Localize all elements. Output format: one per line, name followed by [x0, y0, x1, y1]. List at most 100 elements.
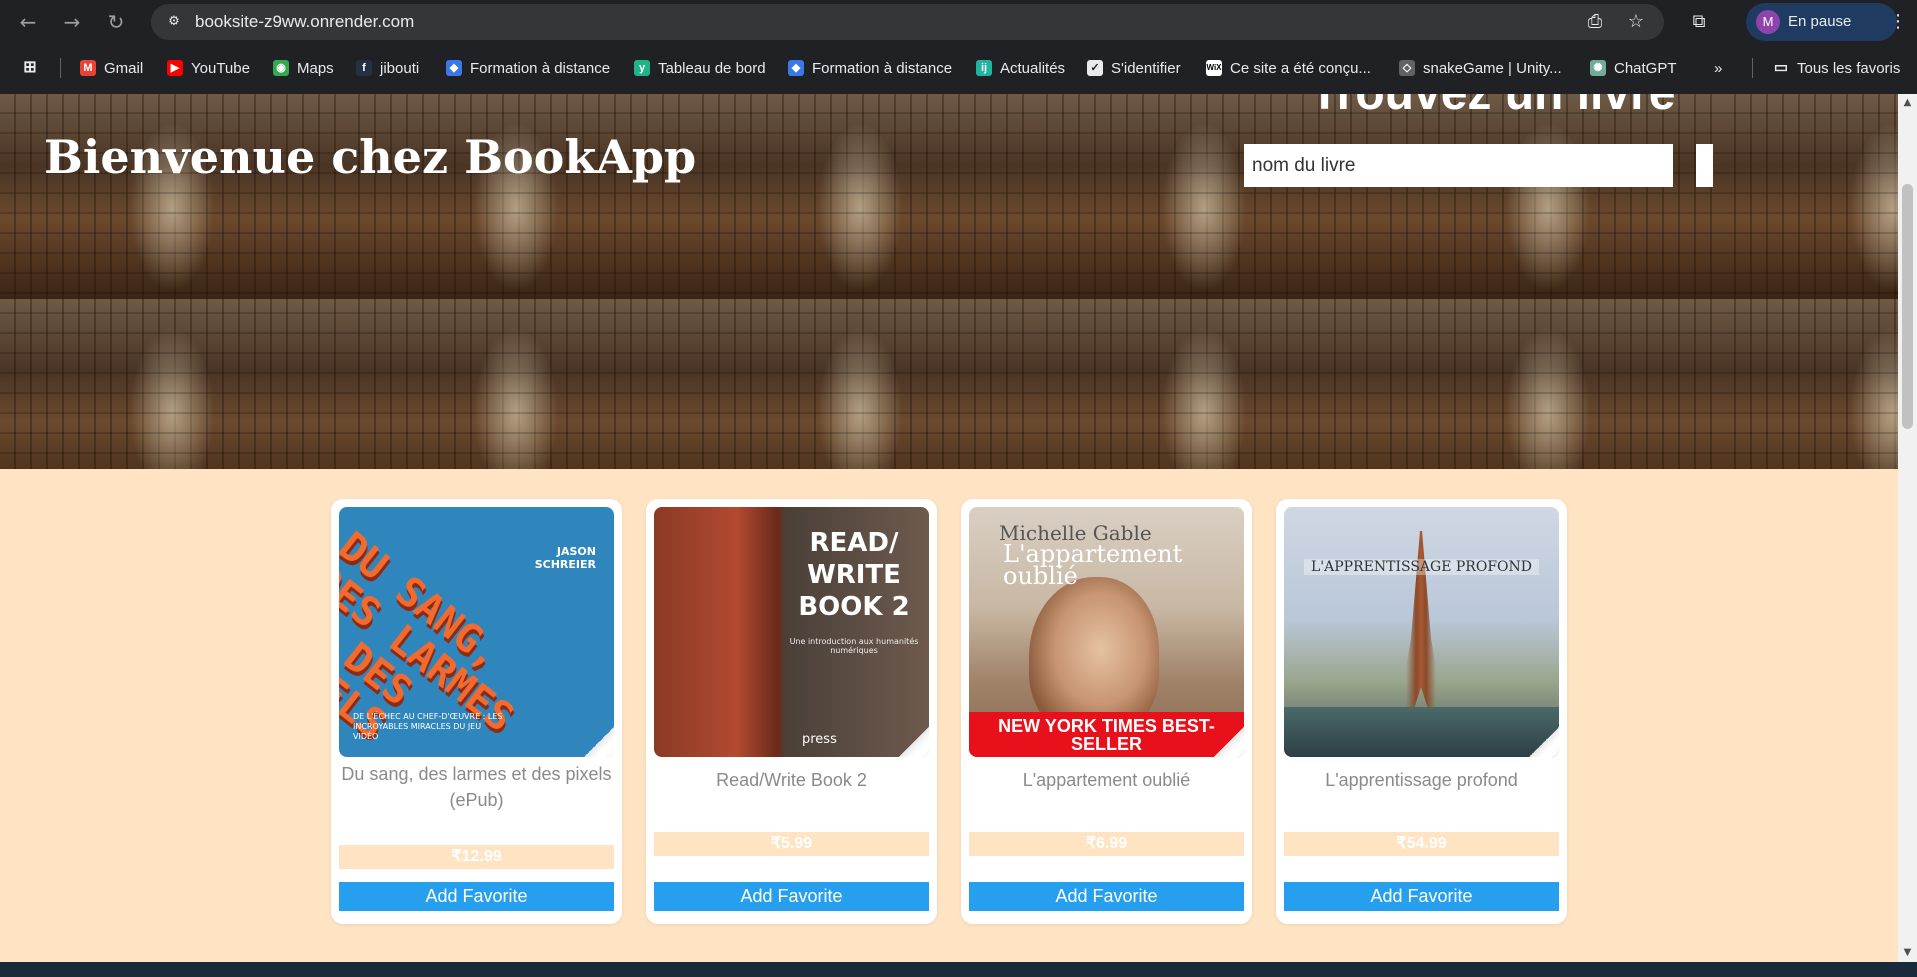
- book-cover[interactable]: READ/ WRITE BOOK 2 Une introduction aux …: [654, 507, 929, 757]
- page-viewport: Bienvenue chez BookApp Trouvez un livre …: [0, 94, 1898, 962]
- add-favorite-button[interactable]: Add Favorite: [654, 882, 929, 911]
- actualites-icon: ij: [976, 60, 992, 76]
- reload-icon[interactable]: ↻: [102, 8, 130, 36]
- book-price: ₹12.99: [339, 845, 614, 869]
- more-bookmarks-icon[interactable]: »: [1714, 56, 1722, 80]
- page-curl: [899, 727, 929, 757]
- book-title: Du sang, des larmes et des pixels (ePub): [341, 764, 612, 810]
- book-card: L'APPRENTISSAGE PROFOND L'apprentissage …: [1276, 499, 1567, 924]
- river: [1284, 707, 1559, 757]
- bookmark-wix[interactable]: WiX Ce site a été conçu...: [1206, 56, 1371, 80]
- bookmark-label: Gmail: [104, 59, 144, 77]
- search-title: Trouvez un livre: [1310, 94, 1675, 121]
- all-bookmarks-label: Tous les favoris: [1797, 59, 1901, 77]
- bookmark-label: Formation à distance: [470, 59, 611, 77]
- page-title: Bienvenue chez BookApp: [44, 130, 697, 184]
- book-price: ₹54.99: [1284, 832, 1559, 856]
- search-button[interactable]: [1696, 144, 1713, 187]
- add-favorite-button[interactable]: Add Favorite: [969, 882, 1244, 911]
- all-bookmarks[interactable]: ▭ Tous les favoris: [1773, 56, 1900, 80]
- bookmark-label: Formation à distance: [812, 59, 953, 77]
- scroll-down-icon[interactable]: ▼: [1901, 946, 1914, 959]
- book-price: ₹5.99: [654, 832, 929, 856]
- cover-subtitle: DE L'ÉCHEC AU CHEF-D'ŒUVRE : LES INCROYA…: [353, 712, 503, 741]
- avatar: M: [1756, 10, 1780, 34]
- bookmark-formation-2[interactable]: ◆ Formation à distance: [788, 56, 952, 80]
- cover-title: READ/ WRITE BOOK 2: [798, 528, 910, 622]
- back-icon[interactable]: ←: [14, 8, 42, 36]
- bookmark-gmail[interactable]: M Gmail: [80, 56, 143, 80]
- scroll-thumb[interactable]: [1902, 184, 1913, 429]
- scroll-up-icon[interactable]: ▲: [1901, 96, 1914, 109]
- page-scrollbar[interactable]: ▲ ▼: [1898, 94, 1917, 962]
- bookmark-label: snakeGame | Unity...: [1423, 59, 1562, 77]
- profile-button[interactable]: M En pause: [1746, 3, 1897, 41]
- cover-author: JASON SCHREIER: [534, 545, 596, 571]
- bookmark-label: jibouti: [380, 59, 420, 77]
- bookmark-chatgpt[interactable]: ✺ ChatGPT: [1590, 56, 1677, 80]
- apps-grid-icon[interactable]: ⊞: [22, 56, 38, 80]
- book-card: READ/ WRITE BOOK 2 Une introduction aux …: [646, 499, 937, 924]
- bookmark-maps[interactable]: ◉ Maps: [273, 56, 334, 80]
- formation-icon: ◆: [446, 60, 462, 76]
- book-cover[interactable]: L'APPRENTISSAGE PROFOND: [1284, 507, 1559, 757]
- browser-toolbar: ← → ↻ ⚙ booksite-z9ww.onrender.com ⎙ ☆ ⧉…: [0, 0, 1917, 44]
- page-curl: [1214, 727, 1244, 757]
- bookmarks-bar: ⊞ M Gmail ▶ YouTube ◉ Maps f jibouti ◆ Format…: [0, 44, 1917, 94]
- bookmark-label: Maps: [297, 59, 334, 77]
- tableau-icon: y: [634, 60, 650, 76]
- divider: [1752, 58, 1753, 78]
- cover-title: L'APPRENTISSAGE PROFOND: [1304, 559, 1539, 575]
- book-cover[interactable]: DU SANG, DES LARMES ET DES PIXELS JASON …: [339, 507, 614, 757]
- book-cover[interactable]: Michelle Gable L'appartement oublié NEW …: [969, 507, 1244, 757]
- profile-status: En pause: [1788, 13, 1852, 30]
- site-info-icon[interactable]: ⚙: [165, 13, 183, 31]
- book-grid: DU SANG, DES LARMES ET DES PIXELS JASON …: [331, 499, 1567, 924]
- bookmark-label: ChatGPT: [1614, 59, 1677, 77]
- page-curl: [584, 727, 614, 757]
- url-text[interactable]: booksite-z9ww.onrender.com: [195, 12, 414, 32]
- cover-subtitle: Une introduction aux humanités numérique…: [789, 637, 919, 655]
- bookmark-label: S'identifier: [1111, 59, 1181, 77]
- bookmark-youtube[interactable]: ▶ YouTube: [167, 56, 250, 80]
- book-card: Michelle Gable L'appartement oublié NEW …: [961, 499, 1252, 924]
- book-price: ₹6.99: [969, 832, 1244, 856]
- search-input[interactable]: [1244, 144, 1673, 187]
- jibouti-icon: f: [356, 60, 372, 76]
- formation-icon: ◆: [788, 60, 804, 76]
- folder-icon: ▭: [1773, 59, 1789, 76]
- os-taskbar: [0, 962, 1917, 977]
- chatgpt-icon: ✺: [1590, 60, 1606, 76]
- address-bar[interactable]: ⚙ booksite-z9ww.onrender.com ⎙ ☆: [151, 4, 1664, 40]
- divider: [60, 58, 61, 78]
- bookmark-star-icon[interactable]: ☆: [1625, 11, 1647, 33]
- menu-icon[interactable]: ⋮: [1886, 10, 1910, 34]
- book-title: Read/Write Book 2: [716, 770, 867, 790]
- forward-icon[interactable]: →: [58, 8, 86, 36]
- wix-icon: WiX: [1206, 60, 1222, 76]
- page-curl: [1529, 727, 1559, 757]
- unity-icon: ◇: [1399, 60, 1415, 76]
- hero-banner: Bienvenue chez BookApp Trouvez un livre: [0, 94, 1898, 469]
- book-title: L'appartement oublié: [1022, 770, 1191, 790]
- cover-banner: NEW YORK TIMES BEST-SELLER: [969, 712, 1244, 757]
- bookmark-tableau[interactable]: y Tableau de bord: [634, 56, 766, 80]
- add-favorite-button[interactable]: Add Favorite: [1284, 882, 1559, 911]
- install-app-icon[interactable]: ⎙: [1584, 11, 1606, 33]
- bookmark-label: Ce site a été conçu...: [1230, 59, 1371, 77]
- gmail-icon: M: [80, 60, 96, 76]
- cover-title: L'appartement oublié: [1003, 540, 1183, 590]
- bookmark-jibouti[interactable]: f jibouti: [356, 56, 419, 80]
- youtube-icon: ▶: [167, 60, 183, 76]
- bookmark-actualites[interactable]: ij Actualités: [976, 56, 1065, 80]
- bookmark-label: YouTube: [191, 59, 250, 77]
- cover-publisher: press: [802, 732, 837, 747]
- bookmark-snakegame[interactable]: ◇ snakeGame | Unity...: [1399, 56, 1562, 80]
- bookmark-label: Tableau de bord: [658, 59, 766, 77]
- maps-icon: ◉: [273, 60, 289, 76]
- add-favorite-button[interactable]: Add Favorite: [339, 882, 614, 911]
- bookmark-identifier[interactable]: ✓ S'identifier: [1087, 56, 1181, 80]
- bookmark-formation-1[interactable]: ◆ Formation à distance: [446, 56, 610, 80]
- identifier-icon: ✓: [1087, 60, 1103, 76]
- extensions-icon[interactable]: ⧉: [1687, 10, 1711, 34]
